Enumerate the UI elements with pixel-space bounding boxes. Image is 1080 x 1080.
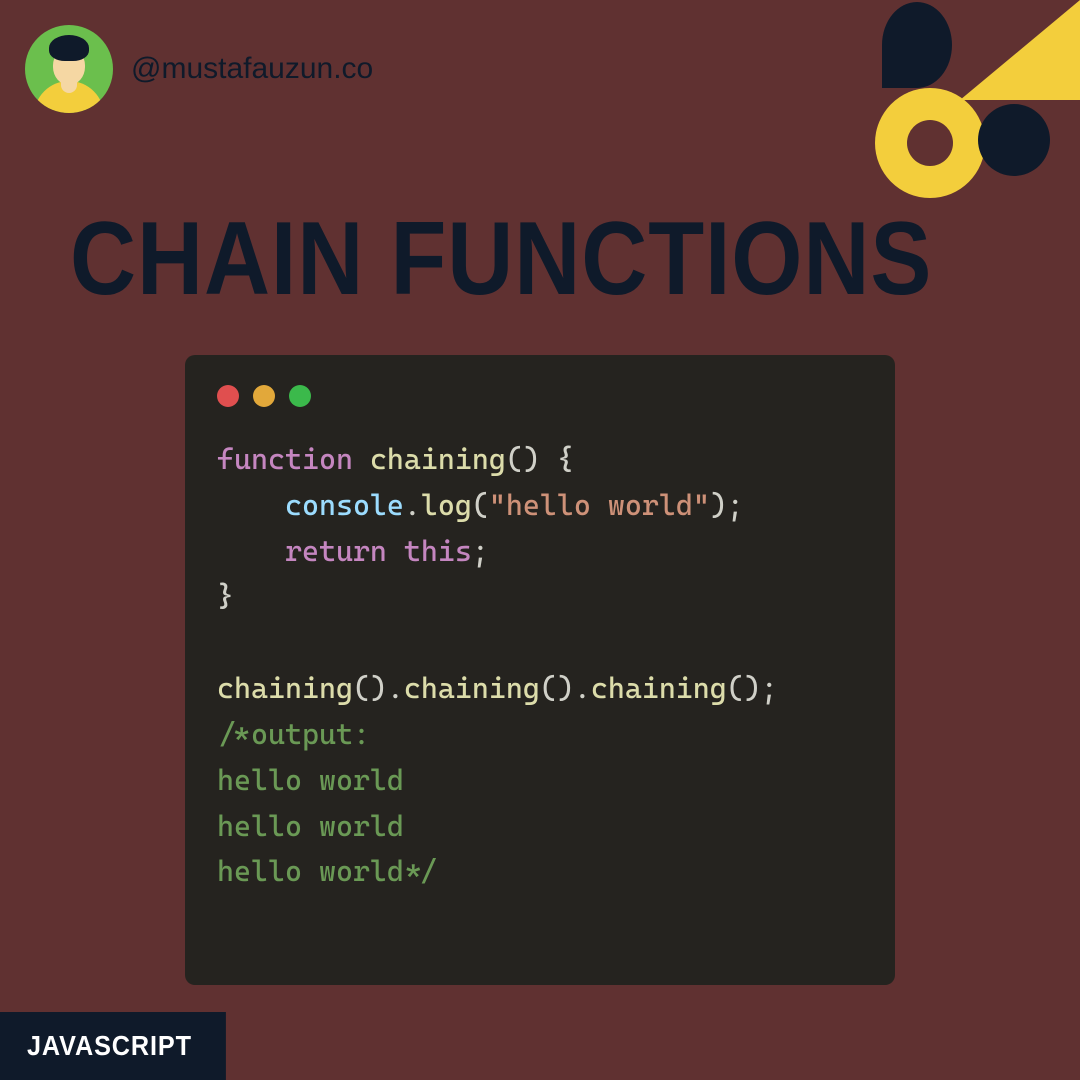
comment-line-2: hello world	[217, 763, 404, 797]
donut-shape	[875, 88, 985, 198]
chain-call-2: chaining	[404, 671, 540, 705]
keyword-this: this	[404, 534, 472, 568]
dark-circle-shape	[978, 104, 1050, 176]
chain-call-3: chaining	[591, 671, 727, 705]
window-controls	[217, 385, 863, 407]
maximize-icon	[289, 385, 311, 407]
header: @mustafauzun.co	[25, 25, 373, 113]
comment-line-3: hello world	[217, 809, 404, 843]
handle-text: @mustafauzun.co	[131, 52, 373, 86]
console-ident: console	[285, 488, 404, 522]
chain-call-1: chaining	[217, 671, 353, 705]
comment-line-1: /*output:	[217, 717, 370, 751]
keyword-return: return	[285, 534, 387, 568]
close-icon	[217, 385, 239, 407]
comment-line-4: hello world*/	[217, 854, 438, 888]
minimize-icon	[253, 385, 275, 407]
language-badge: JAVASCRIPT	[0, 1012, 226, 1080]
keyword-function: function	[217, 442, 353, 476]
function-name: chaining	[370, 442, 506, 476]
decorative-shapes	[850, 0, 1080, 230]
triangle-shape	[960, 0, 1080, 100]
code-block: function chaining() { console.log("hello…	[217, 437, 863, 895]
page-title: CHAIN FUNCTIONS	[70, 200, 932, 319]
avatar	[25, 25, 113, 113]
teardrop-shape	[882, 2, 952, 88]
string-literal: "hello world"	[489, 488, 710, 522]
log-fn: log	[421, 488, 472, 522]
code-window: function chaining() { console.log("hello…	[185, 355, 895, 985]
